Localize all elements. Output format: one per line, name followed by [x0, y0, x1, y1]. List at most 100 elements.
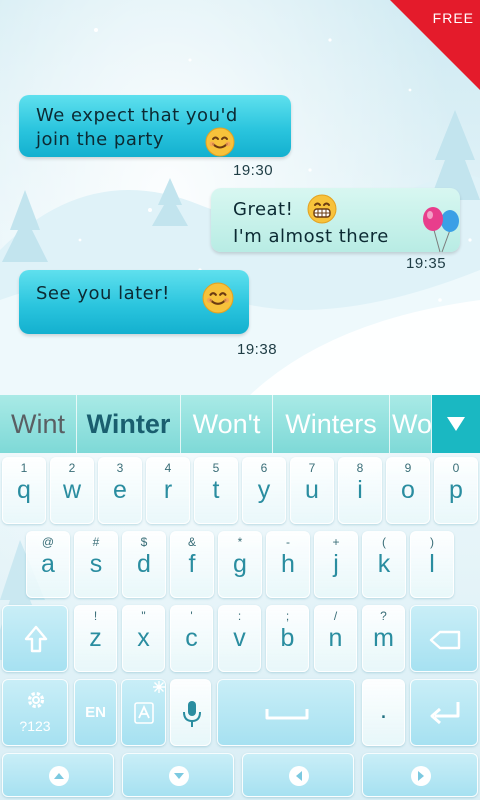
key-a[interactable]: @ a [26, 531, 70, 598]
key-hint: : [237, 609, 242, 623]
key-hint: * [237, 535, 243, 549]
snowflake-icon [153, 681, 165, 693]
grinning-face-icon [307, 194, 337, 224]
cursor-left-key[interactable] [242, 753, 354, 797]
settings-symbols-key[interactable]: ?123 [2, 679, 68, 746]
backspace-icon [429, 630, 461, 650]
message-text: I'm almost there [233, 226, 389, 247]
suggestion-typed-word[interactable]: Wint [0, 395, 77, 453]
key-d[interactable]: $ d [122, 531, 166, 598]
shift-key[interactable] [2, 605, 68, 672]
key-f[interactable]: & f [170, 531, 214, 598]
key-label: u [305, 476, 319, 504]
key-hint: 5 [212, 461, 220, 475]
arrow-left-icon [289, 766, 309, 786]
key-label: p [449, 476, 463, 504]
key-i[interactable]: 8i [338, 457, 382, 524]
key-b[interactable]: ; b [266, 605, 309, 672]
enter-icon [430, 702, 460, 725]
key-c[interactable]: ' c [170, 605, 213, 672]
key-g[interactable]: * g [218, 531, 262, 598]
key-hint: ' [190, 609, 193, 623]
key-label: j [333, 550, 339, 578]
key-u[interactable]: 7u [290, 457, 334, 524]
language-label: EN [85, 704, 106, 721]
key-k[interactable]: (k [362, 531, 406, 598]
key-label: w [62, 476, 82, 504]
period-label: . [380, 696, 387, 724]
key-hint: 1 [20, 461, 28, 475]
microphone-icon [183, 701, 201, 727]
keyboard: 1q2w3e4r5t6y7u8i9o0p @ a # s $ d & f * g - h + j(k) l … [0, 453, 480, 800]
suggestion-item[interactable]: Winters [273, 395, 390, 453]
key-j[interactable]: + j [314, 531, 358, 598]
arrow-right-icon [411, 766, 431, 786]
key-hint: 6 [260, 461, 268, 475]
key-hint: ! [93, 609, 98, 623]
free-label: FREE [432, 10, 474, 26]
backspace-key[interactable] [410, 605, 478, 672]
voice-input-key[interactable] [170, 679, 211, 746]
key-z[interactable]: ! z [74, 605, 117, 672]
key-h[interactable]: -h [266, 531, 310, 598]
key-label: q [17, 476, 31, 504]
key-p[interactable]: 0p [434, 457, 478, 524]
key-label: t [212, 476, 220, 504]
input-mode-key[interactable] [121, 679, 166, 746]
key-label: c [185, 624, 198, 652]
message-timestamp: 19:30 [233, 162, 274, 179]
message-bubble-incoming: We expect that you'd join the party [19, 95, 291, 157]
key-t[interactable]: 5t [194, 457, 238, 524]
message-timestamp: 19:35 [406, 255, 447, 272]
cursor-right-key[interactable] [362, 753, 478, 797]
key-hint: " [141, 609, 146, 623]
key-label: h [281, 550, 295, 578]
key-o[interactable]: 9o [386, 457, 430, 524]
smiling-face-icon [202, 282, 234, 314]
period-key[interactable]: . [362, 679, 405, 746]
key-w[interactable]: 2w [50, 457, 94, 524]
cursor-down-key[interactable] [122, 753, 234, 797]
key-label: e [113, 476, 127, 504]
enter-key[interactable] [410, 679, 478, 746]
key-hint: 9 [404, 461, 412, 475]
key-hint: 2 [68, 461, 76, 475]
key-label: k [377, 550, 391, 578]
key-v[interactable]: :v [218, 605, 261, 672]
key-m[interactable]: ? m [362, 605, 405, 672]
key-hint: / [333, 609, 338, 623]
suggestion-item[interactable]: Wo [390, 395, 432, 453]
key-hint: 7 [308, 461, 316, 475]
text-input-icon [134, 702, 154, 724]
key-label: m [373, 624, 394, 652]
key-hint: # [92, 535, 100, 549]
key-r[interactable]: 4r [146, 457, 190, 524]
key-s[interactable]: # s [74, 531, 118, 598]
key-hint: 3 [116, 461, 124, 475]
key-label: o [401, 476, 415, 504]
space-bar-icon [265, 709, 309, 720]
balloons-icon [423, 207, 459, 253]
key-n[interactable]: / n [314, 605, 357, 672]
language-key[interactable]: EN [74, 679, 117, 746]
key-l[interactable]: ) l [410, 531, 454, 598]
cursor-up-key[interactable] [2, 753, 114, 797]
key-label: x [137, 624, 150, 652]
key-hint: ) [430, 535, 434, 549]
key-e[interactable]: 3e [98, 457, 142, 524]
key-label: v [233, 624, 246, 652]
key-hint: - [286, 535, 290, 549]
key-y[interactable]: 6y [242, 457, 286, 524]
space-key[interactable] [217, 679, 355, 746]
key-label: l [429, 550, 435, 578]
key-q[interactable]: 1q [2, 457, 46, 524]
key-hint: 8 [356, 461, 364, 475]
message-timestamp: 19:38 [237, 341, 278, 358]
key-hint: 4 [164, 461, 172, 475]
suggestion-primary[interactable]: Winter [77, 395, 181, 453]
suggestion-item[interactable]: Won't [181, 395, 273, 453]
arrow-up-icon [49, 766, 69, 786]
key-label: y [257, 476, 271, 504]
key-x[interactable]: " x [122, 605, 165, 672]
collapse-suggestions-button[interactable] [432, 395, 480, 453]
